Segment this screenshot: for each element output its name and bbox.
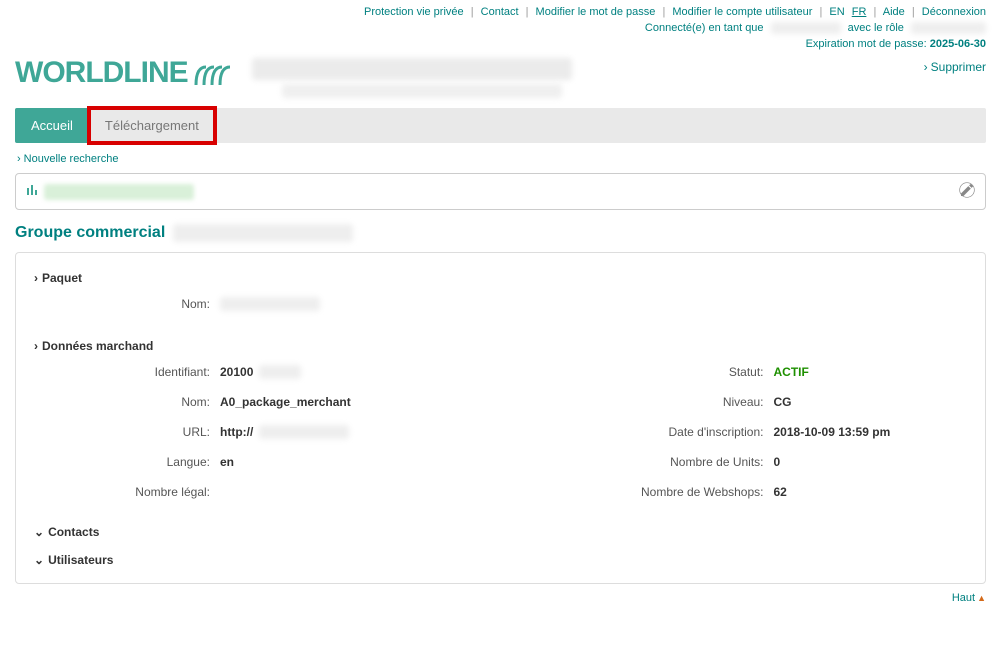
lang-label: Langue: (40, 455, 220, 469)
connected-role-prefix: avec le rôle (848, 22, 904, 34)
reg-value: 2018-10-09 13:59 pm (774, 425, 891, 439)
connected-row: Connecté(e) en tant que avec le rôle (15, 20, 986, 36)
webshops-value: 62 (774, 485, 787, 499)
top-links-bar: Protection vie privée | Contact | Modifi… (15, 0, 986, 20)
expiry-date: 2025-06-30 (930, 38, 986, 50)
change-password-link[interactable]: Modifier le mot de passe (536, 6, 656, 18)
new-search-link[interactable]: Nouvelle recherche (17, 153, 986, 165)
marchand-right-col: Statut: ACTIF Niveau: CG Date d'inscript… (524, 365, 968, 515)
tab-accueil[interactable]: Accueil (15, 108, 89, 143)
units-label: Nombre de Units: (524, 455, 774, 469)
detail-card: Paquet Nom: Données marchand Identifiant… (15, 252, 986, 584)
legal-label: Nombre légal: (40, 485, 220, 499)
section-users[interactable]: Utilisateurs (34, 553, 967, 567)
url-label: URL: (40, 425, 220, 439)
status-label: Statut: (524, 365, 774, 379)
url-value-redacted-part (259, 425, 349, 439)
connected-user-redacted (771, 22, 841, 34)
password-expiry-row: Expiration mot de passe: 2025-06-30 (15, 36, 986, 56)
id-value-redacted-part (259, 365, 301, 379)
triangle-up-icon: ▲ (977, 593, 986, 603)
section-contacts[interactable]: Contacts (34, 525, 967, 539)
logo-stripes-icon (194, 56, 232, 90)
logo-text: WORLDLINE (15, 56, 188, 90)
searchbar-card (15, 173, 986, 210)
delete-link[interactable]: Supprimer (924, 56, 986, 74)
expiry-label: Expiration mot de passe: (806, 38, 927, 50)
paquet-nom-label: Nom: (40, 297, 220, 311)
nom-label: Nom: (40, 395, 220, 409)
bars-icon (26, 184, 38, 199)
webshops-label: Nombre de Webshops: (524, 485, 774, 499)
connected-prefix: Connecté(e) en tant que (645, 22, 764, 34)
help-link[interactable]: Aide (883, 6, 905, 18)
change-user-link[interactable]: Modifier le compte utilisateur (672, 6, 812, 18)
searchbar-value-redacted (44, 184, 194, 200)
units-value: 0 (774, 455, 781, 469)
connected-role-redacted (911, 22, 986, 34)
id-value: 20100 (220, 365, 253, 379)
edit-icon[interactable] (959, 182, 975, 201)
contact-link[interactable]: Contact (481, 6, 519, 18)
level-label: Niveau: (524, 395, 774, 409)
tab-telechargement[interactable]: Téléchargement (89, 108, 215, 143)
marchand-left-col: Identifiant: 20100 Nom: A0_package_merch… (40, 365, 484, 515)
section-paquet[interactable]: Paquet (34, 271, 967, 285)
worldline-logo: WORLDLINE (15, 56, 232, 90)
lang-fr-link[interactable]: FR (852, 6, 867, 18)
back-to-top-link[interactable]: Haut (952, 592, 975, 604)
level-value: CG (774, 395, 792, 409)
reg-label: Date d'inscription: (524, 425, 774, 439)
lang-value: en (220, 455, 234, 469)
main-tabs: Accueil Téléchargement (15, 108, 986, 143)
page-header-label: Groupe commercial (15, 224, 165, 242)
nom-value: A0_package_merchant (220, 395, 351, 409)
url-value: http:// (220, 425, 253, 439)
page-title-redacted-block (252, 56, 924, 98)
logout-link[interactable]: Déconnexion (922, 6, 986, 18)
privacy-link[interactable]: Protection vie privée (364, 6, 464, 18)
paquet-nom-value-redacted (220, 297, 320, 311)
lang-en-link[interactable]: EN (829, 6, 844, 18)
page-header-value-redacted (173, 224, 353, 242)
page-header: Groupe commercial (15, 224, 986, 242)
section-marchand[interactable]: Données marchand (34, 339, 967, 353)
id-label: Identifiant: (40, 365, 220, 379)
status-value: ACTIF (774, 365, 809, 379)
